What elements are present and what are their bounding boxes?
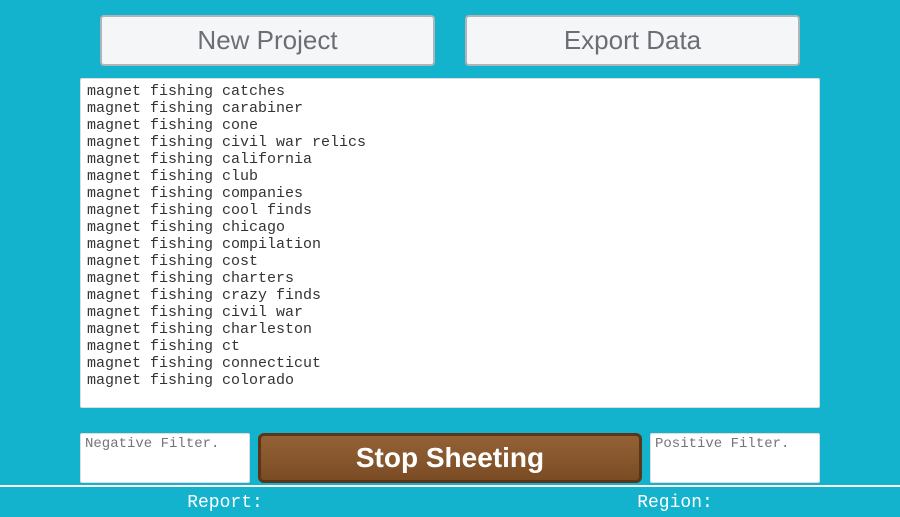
export-data-button[interactable]: Export Data [465, 15, 800, 66]
report-label: Report: [187, 493, 263, 513]
positive-filter-input[interactable] [650, 433, 820, 483]
stop-sheeting-button[interactable]: Stop Sheeting [258, 433, 642, 483]
region-label: Region: [637, 493, 713, 513]
top-button-row: New Project Export Data [80, 15, 820, 66]
filter-row: Stop Sheeting [80, 433, 820, 483]
results-textarea[interactable] [80, 78, 820, 408]
new-project-button[interactable]: New Project [100, 15, 435, 66]
horizontal-divider [0, 485, 900, 487]
bottom-status-row: Report: Region: [0, 493, 900, 517]
negative-filter-input[interactable] [80, 433, 250, 483]
